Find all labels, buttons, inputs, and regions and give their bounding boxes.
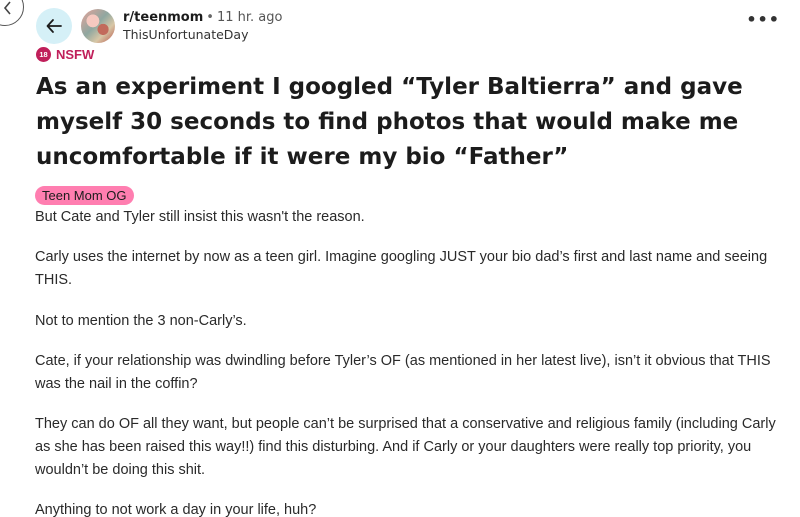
meta-top-line: r/teenmom • 11 hr. ago — [123, 9, 282, 26]
nsfw-tag: 18 NSFW — [36, 47, 94, 62]
browser-back-button[interactable] — [0, 0, 24, 26]
body-paragraph: They can do OF all they want, but people… — [35, 416, 776, 478]
subreddit-avatar[interactable] — [81, 9, 115, 43]
body-paragraph: Cate, if your relationship was dwindling… — [35, 353, 771, 392]
body-paragraph: Anything to not work a day in your life,… — [35, 502, 317, 517]
back-arrow-icon — [46, 19, 62, 33]
nsfw-label: NSFW — [56, 47, 95, 62]
body-paragraph: Carly uses the internet by now as a teen… — [35, 249, 768, 288]
subreddit-link[interactable]: r/teenmom — [123, 10, 203, 25]
post-title: As an experiment I googled “Tyler Baltie… — [36, 74, 743, 170]
chevron-left-icon — [3, 1, 11, 15]
author-username[interactable]: ThisUnfortunateDay — [123, 26, 282, 43]
body-paragraph: Not to mention the 3 non-Carly’s. — [35, 313, 247, 329]
reddit-post-page: r/teenmom • 11 hr. ago ThisUnfortunateDay … — [0, 0, 800, 517]
post-meta: r/teenmom • 11 hr. ago ThisUnfortunateDay — [123, 9, 282, 43]
post-time: 11 hr. ago — [216, 10, 283, 25]
meta-separator: • — [206, 10, 214, 25]
nsfw-18-icon: 18 — [36, 47, 51, 62]
body-paragraph: But Cate and Tyler still insist this was… — [35, 209, 365, 225]
back-button[interactable] — [36, 8, 72, 44]
post-flair[interactable]: Teen Mom OG — [35, 186, 134, 205]
post-header: r/teenmom • 11 hr. ago ThisUnfortunateDay — [36, 6, 282, 46]
more-options-icon[interactable]: ••• — [746, 10, 780, 29]
